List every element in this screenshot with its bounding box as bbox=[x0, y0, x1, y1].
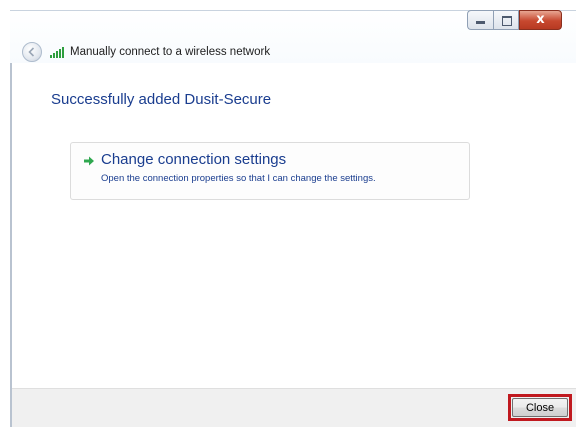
wireless-signal-icon bbox=[50, 47, 64, 58]
main-content: Successfully added Dusit-Secure Change c… bbox=[12, 63, 576, 389]
caption-buttons: x bbox=[467, 10, 562, 30]
close-button[interactable]: Close bbox=[512, 398, 568, 417]
maximize-button[interactable] bbox=[493, 10, 519, 30]
close-window-button[interactable]: x bbox=[519, 10, 562, 30]
close-button-highlight: Close bbox=[508, 394, 572, 421]
change-connection-settings-link[interactable]: Change connection settings Open the conn… bbox=[70, 142, 470, 200]
close-window-icon: x bbox=[536, 12, 545, 27]
minimize-button[interactable] bbox=[467, 10, 493, 30]
header-row: Manually connect to a wireless network bbox=[22, 41, 270, 63]
green-arrow-icon bbox=[84, 156, 94, 166]
command-link-description: Open the connection properties so that I… bbox=[101, 173, 376, 184]
dialog-footer: Close bbox=[12, 388, 576, 427]
dialog-window: x Manually connect to a wireless network… bbox=[0, 0, 576, 427]
window-title: Manually connect to a wireless network bbox=[70, 46, 271, 58]
command-link-title: Change connection settings bbox=[101, 151, 287, 168]
back-button[interactable] bbox=[22, 42, 42, 62]
success-heading: Successfully added Dusit-Secure bbox=[51, 91, 272, 108]
back-arrow-icon bbox=[28, 47, 35, 57]
